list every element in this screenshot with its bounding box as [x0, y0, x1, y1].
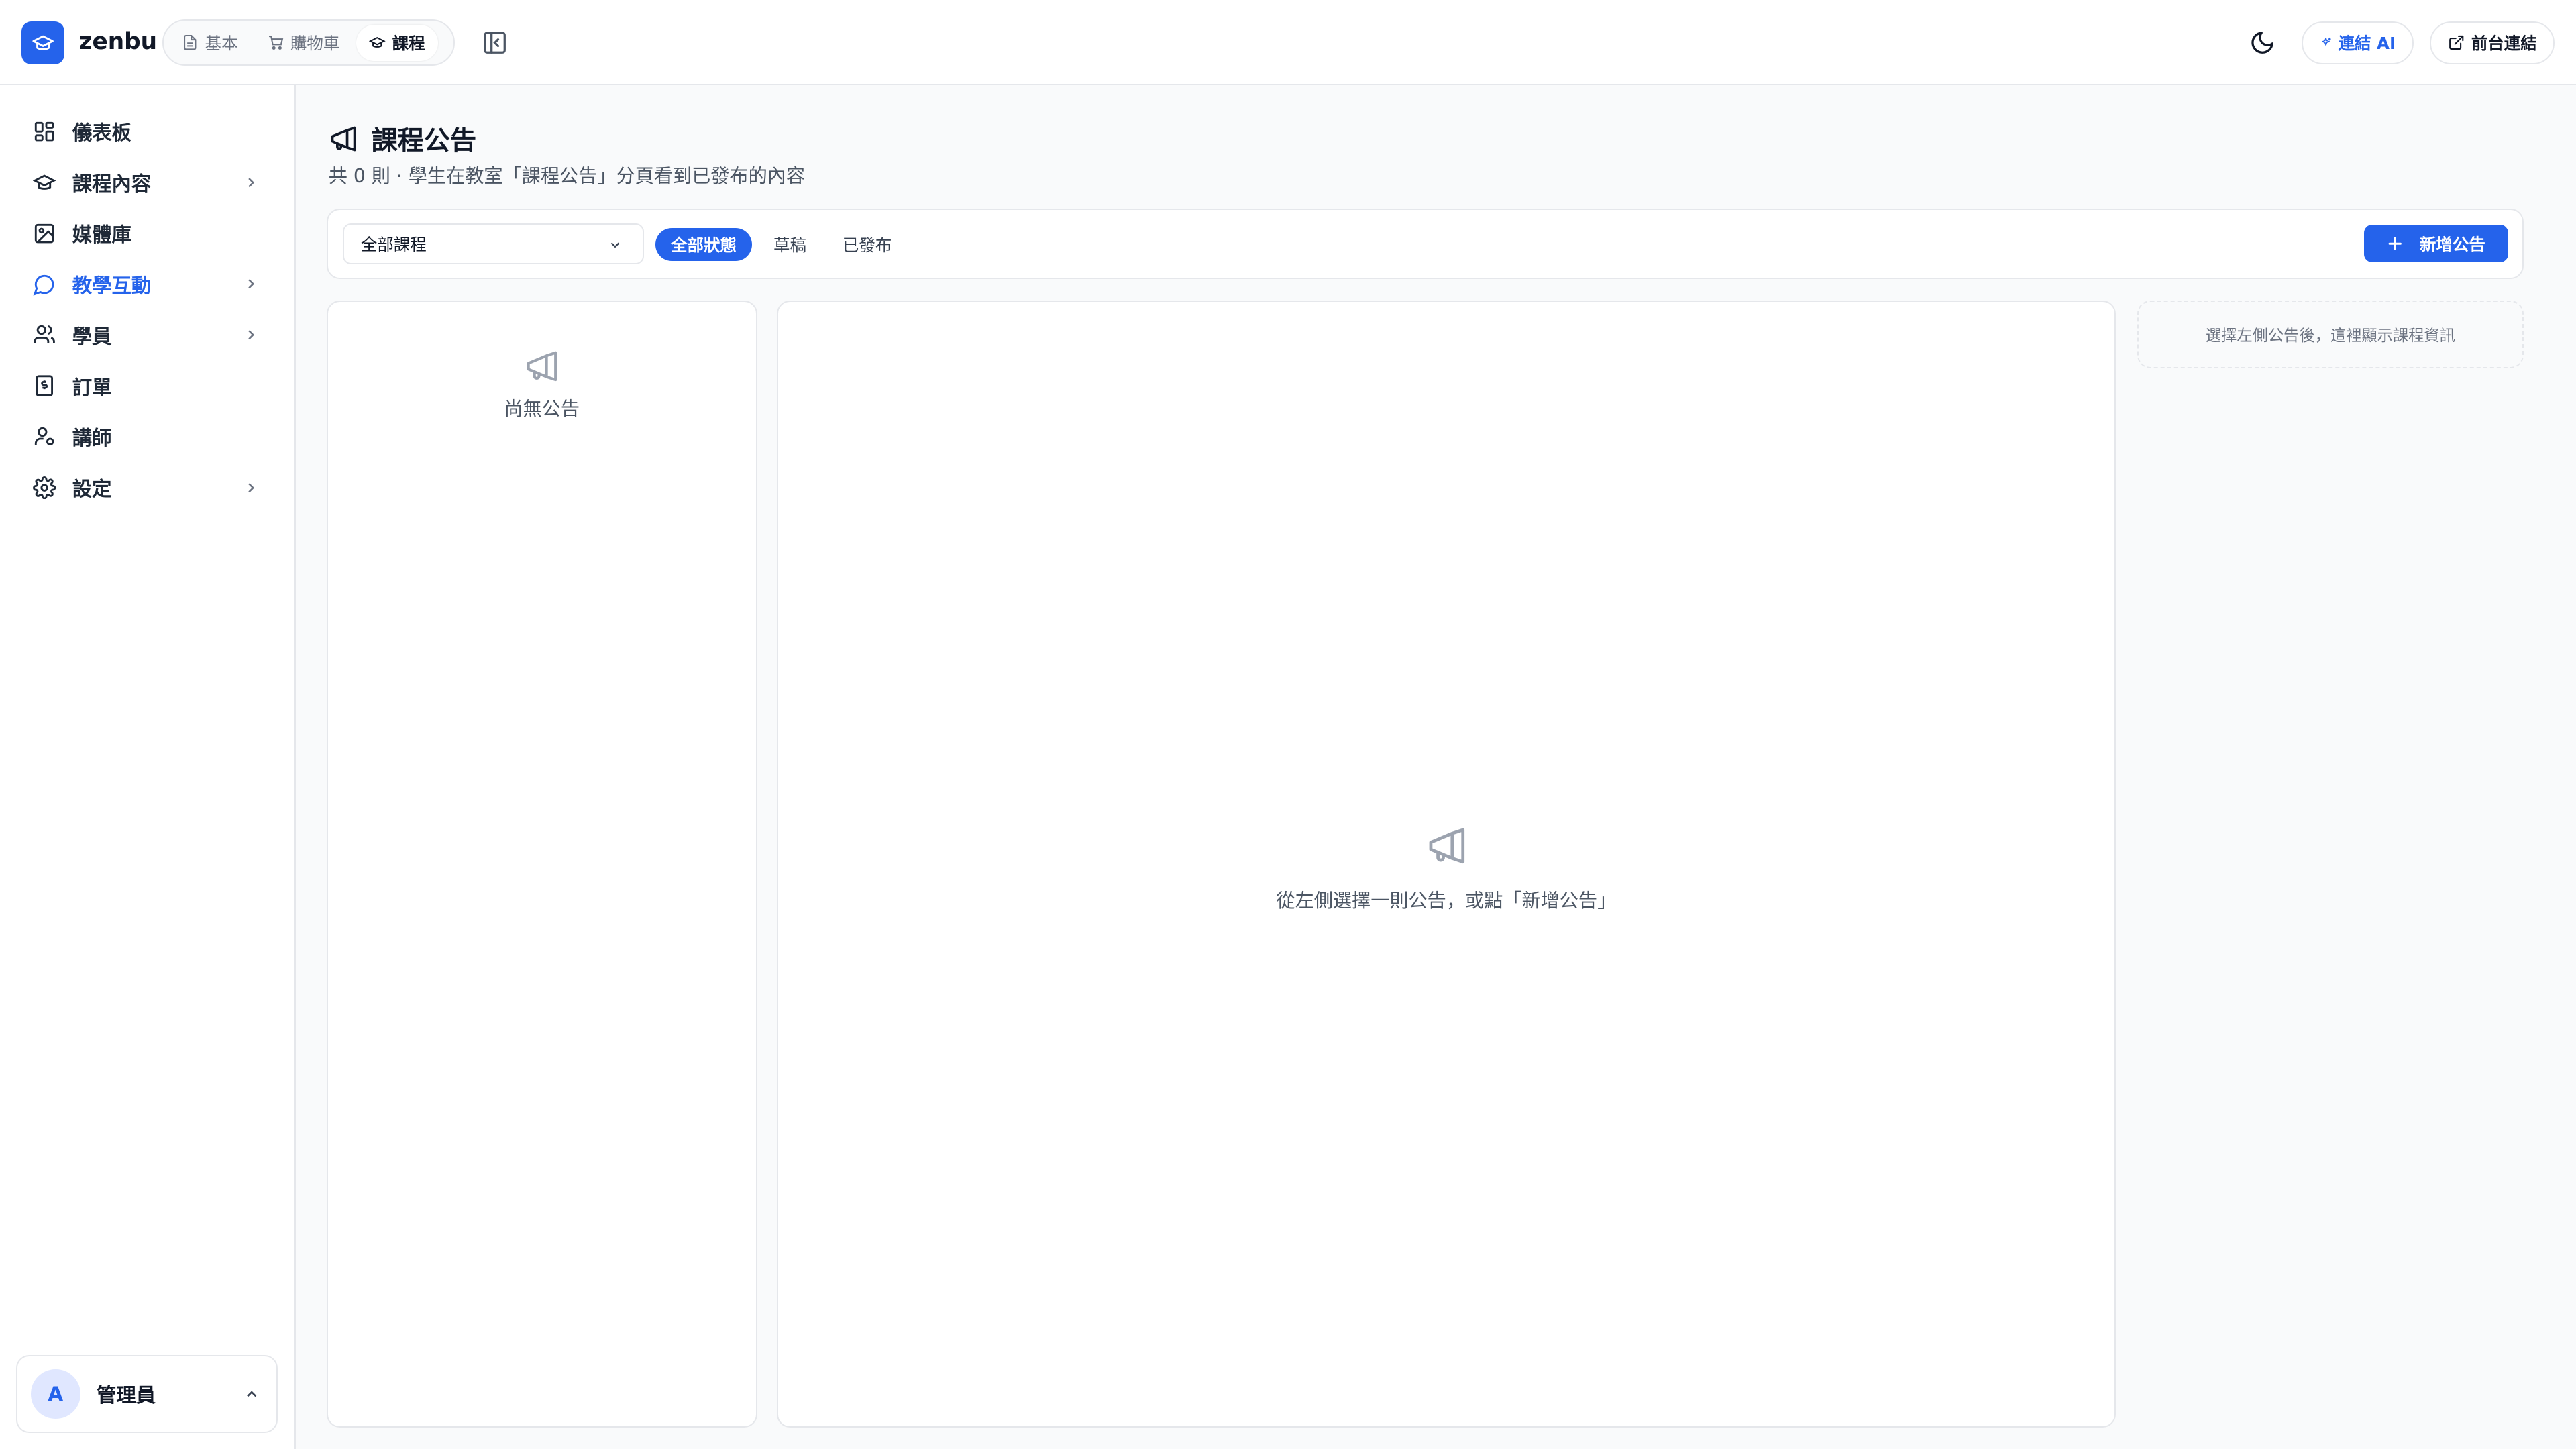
- new-announcement-button[interactable]: 新增公告: [2363, 225, 2509, 263]
- sidebar-item-students[interactable]: 學員: [16, 312, 279, 358]
- course-info-panel: 選擇左側公告後，這裡顯示課程資訊: [2137, 301, 2524, 368]
- status-tab-published[interactable]: 已發布: [831, 228, 904, 261]
- sidebar-toggle-icon[interactable]: [482, 30, 508, 56]
- sparkle-icon: [2321, 38, 2331, 46]
- plus-icon: [2388, 237, 2402, 250]
- page-subtitle: 共 0 則 · 學生在教室「課程公告」分頁看到已發布的內容: [328, 164, 806, 187]
- tab-basic[interactable]: 基本: [169, 25, 251, 61]
- app-switcher-tabs: 基本 購物車 課程: [162, 19, 455, 66]
- chevron-down-icon: [610, 242, 620, 248]
- connect-ai-label: 連結 AI: [2338, 34, 2396, 54]
- megaphone-icon: [1429, 828, 1465, 864]
- page-title: 課程公告: [329, 120, 476, 158]
- tab-label: 課程: [392, 34, 425, 54]
- frontend-link-label: 前台連結: [2471, 34, 2537, 54]
- gear-icon: [33, 476, 56, 500]
- logo[interactable]: [21, 21, 64, 64]
- chevron-up-icon: [247, 1391, 257, 1397]
- sidebar-item-media[interactable]: 媒體庫: [16, 210, 279, 256]
- graduation-cap-icon: [32, 174, 56, 190]
- sidebar-item-label: 學員: [72, 325, 112, 348]
- course-select-value: 全部課程: [360, 234, 427, 254]
- avatar: A: [31, 1369, 80, 1419]
- sidebar-item-label: 教學互動: [72, 274, 152, 297]
- cart-icon: [268, 36, 283, 50]
- megaphone-icon: [331, 126, 356, 152]
- sidebar-item-instructors[interactable]: 講師: [16, 414, 279, 460]
- receipt-icon: [36, 375, 53, 397]
- sidebar-item-label: 設定: [72, 478, 112, 501]
- brand-name: zenbu: [78, 28, 158, 55]
- moon-icon[interactable]: [2249, 30, 2275, 56]
- sidebar-item-label: 課程內容: [72, 172, 152, 195]
- chevron-right-icon: [248, 330, 255, 340]
- announcement-detail-panel: 從左側選擇一則公告，或點「新增公告」: [777, 301, 2116, 1428]
- status-tab-draft[interactable]: 草稿: [760, 228, 819, 261]
- user-menu[interactable]: A 管理員: [16, 1355, 278, 1433]
- main-content: 課程公告 共 0 則 · 學生在教室「課程公告」分頁看到已發布的內容 全部課程 …: [295, 85, 2576, 1449]
- sidebar-item-dashboard[interactable]: 儀表板: [16, 109, 279, 155]
- chevron-right-icon: [248, 177, 255, 187]
- tab-label: 購物車: [290, 34, 340, 54]
- sidebar-item-label: 講師: [72, 427, 112, 450]
- user-icon: [34, 427, 54, 446]
- sidebar-item-settings[interactable]: 設定: [16, 465, 279, 511]
- graduation-cap-icon: [32, 35, 54, 50]
- sidebar: 儀表板 課程內容 媒體庫 教學互動 學員 訂單 講師 設定 A 管理員: [0, 85, 296, 1449]
- sidebar-item-orders[interactable]: 訂單: [16, 363, 279, 409]
- image-icon: [34, 223, 54, 244]
- top-bar: zenbu 基本 購物車 課程 連結 AI 前台連結: [0, 0, 2576, 86]
- tab-cart[interactable]: 購物車: [254, 25, 353, 61]
- tab-label: 基本: [205, 34, 238, 54]
- sidebar-item-label: 訂單: [72, 376, 112, 399]
- connect-ai-button[interactable]: 連結 AI: [2302, 21, 2414, 64]
- info-hint-text: 選擇左側公告後，這裡顯示課程資訊: [2205, 327, 2455, 345]
- tab-course[interactable]: 課程: [356, 24, 439, 61]
- status-tab-all[interactable]: 全部狀態: [655, 227, 753, 261]
- chevron-right-icon: [248, 483, 255, 493]
- chat-icon: [33, 274, 54, 296]
- dashboard-icon: [34, 121, 54, 142]
- external-link-icon: [2449, 36, 2463, 50]
- sidebar-item-label: 儀表板: [72, 121, 131, 144]
- sidebar-item-label: 媒體庫: [72, 223, 131, 246]
- sidebar-item-teaching-interaction[interactable]: 教學互動: [16, 261, 279, 307]
- announcement-list-panel: 尚無公告: [327, 301, 757, 1428]
- filter-bar: 全部課程 全部狀態 草稿 已發布 新增公告: [327, 209, 2524, 280]
- frontend-link-button[interactable]: 前台連結: [2430, 21, 2555, 64]
- page-title-text: 課程公告: [371, 125, 477, 156]
- course-select[interactable]: 全部課程: [343, 223, 644, 264]
- user-name: 管理員: [97, 1383, 156, 1407]
- document-icon: [184, 35, 197, 50]
- graduation-cap-icon: [369, 37, 386, 48]
- users-icon: [34, 325, 55, 344]
- new-announcement-label: 新增公告: [2419, 234, 2485, 254]
- chevron-right-icon: [248, 279, 255, 289]
- megaphone-icon: [527, 351, 557, 381]
- detail-empty-text: 從左側選擇一則公告，或點「新增公告」: [1276, 889, 1617, 912]
- list-empty-text: 尚無公告: [504, 398, 580, 421]
- sidebar-item-course-content[interactable]: 課程內容: [16, 160, 279, 206]
